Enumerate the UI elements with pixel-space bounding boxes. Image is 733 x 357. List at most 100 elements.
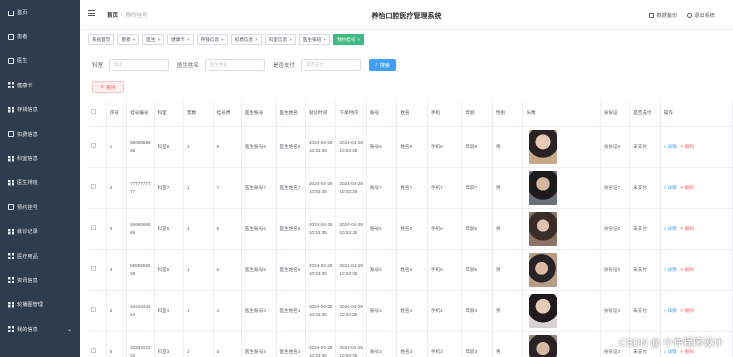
row-checkbox[interactable] [91,347,96,353]
delete-button[interactable]: ✕ 删除 [680,349,694,354]
cell-count: 1 [183,249,214,291]
sidebar-item[interactable]: 我的信息 ⌄ [0,317,80,341]
row-checkbox[interactable] [91,183,96,189]
delete-button[interactable]: ✕ 删除 [680,185,694,190]
cell-no: 7777777777 [126,167,155,209]
delete-label: 删除 [684,307,695,313]
sidebar-item[interactable]: 就诊记录 [0,220,80,244]
column-header: 医生账号 [241,101,277,127]
backup-button[interactable]: 数据备份 [649,12,677,19]
tab-item[interactable]: 医生排班 × [298,34,330,45]
cell-doc-name: 医生姓名4 [276,290,306,332]
sidebar-item[interactable]: 存钱信息 [0,98,80,122]
delete-button[interactable]: ✕ 删除 [680,308,694,313]
paid-select[interactable]: 是否支付 ⌄ [301,59,362,71]
sidebar-item[interactable]: 资讯信息 [0,268,80,292]
cell-paid: 未支付 [629,290,661,332]
column-header: 性别 [492,101,524,127]
tab-item[interactable]: 健康卡 × [167,34,194,45]
search-button[interactable]: ⌕ 搜索 [369,59,396,71]
row-checkbox[interactable] [91,306,96,312]
sidebar-item[interactable]: 医疗用品 [0,244,80,268]
tab-item[interactable]: 患者 × [117,34,140,45]
cell-acct: 账号3 [366,331,398,357]
cell-dept: 科室8 [154,126,185,168]
cell-fee: 7 [213,167,242,209]
delete-button[interactable]: ✕ 删除 [680,144,694,149]
grid-icon [8,253,14,260]
paid-select-placeholder: 是否支付 [306,62,324,67]
sidebar-item[interactable]: 医生 [0,49,80,73]
column-header: 身份证 [600,101,631,127]
batch-delete-button[interactable]: ⊖ 删除 [92,81,124,93]
table-row[interactable]: 4 5555555555 科室5 1 5 医生账号5 医生姓名5 2024-04-28 10:… [88,249,733,291]
table-row[interactable]: 5 4444444444 科室4 1 4 医生账号4 医生姓名4 2024-04-28 10:… [88,290,733,332]
sidebar-item[interactable]: 首页 [0,0,80,24]
view-label: 详情 [667,143,677,149]
cell-name: 姓名4 [396,290,428,332]
cell-age: 年龄3 [461,331,493,357]
tab-item[interactable]: 医生 × [142,34,165,45]
sidebar-item[interactable]: 患者 [0,24,80,48]
sidebar-item[interactable]: 健康卡 [0,73,80,97]
tab-item[interactable]: 科室信息 × [264,34,296,45]
column-header: 科室 [154,101,185,127]
view-button[interactable]: ⌕ 详情 [664,226,677,231]
cell-paid: 未支付 [629,126,661,168]
delete-button[interactable]: ✕ 删除 [680,267,694,272]
cell-count: 1 [183,331,214,357]
avatar [529,293,558,328]
sidebar-item[interactable]: 扣费信息 [0,122,80,146]
home-icon [8,10,14,16]
cell-count: 1 [183,167,214,209]
select-all-checkbox[interactable] [91,109,96,115]
close-icon[interactable]: × [289,37,292,42]
logout-button[interactable]: 退出系统 [687,12,715,19]
cell-dept: 科室3 [154,331,185,357]
close-icon[interactable]: × [187,37,190,42]
view-button[interactable]: ⌕ 详情 [664,308,677,313]
sidebar-item[interactable]: 轮播图管理 [0,293,80,317]
view-button[interactable]: ⌕ 详情 [664,144,677,149]
tab-item[interactable]: 扣费信息 × [230,34,262,45]
table-row[interactable]: 1 8888888888 科室8 1 8 医生账号8 医生姓名8 2024-04-28 10:… [88,126,733,168]
row-checkbox[interactable] [91,142,96,148]
close-icon[interactable]: × [357,37,360,42]
tab-item[interactable]: 预约挂号 × [332,34,365,45]
cell-visit: 2024-04-28 10:53:35 [305,167,337,209]
close-icon[interactable]: × [157,37,160,42]
sidebar-item[interactable]: 科室信息 [0,146,80,170]
doctor-name-input[interactable]: 医生姓名 [205,59,266,71]
delete-button[interactable]: ✕ 删除 [680,226,694,231]
paid-label: 是否支付 [273,63,296,69]
row-select-cell [88,290,107,332]
close-icon[interactable]: × [255,37,258,42]
cell-avatar [522,290,601,332]
table-row[interactable]: 3 6666666666 科室6 1 6 医生账号6 医生姓名6 2024-04-28 10:… [88,208,733,250]
sidebar-item[interactable]: 预约挂号 [0,195,80,219]
chevron-down-icon: ⌄ [66,326,72,333]
close-icon[interactable]: × [323,37,326,42]
sidebar-item-label: 医疗用品 [17,253,38,260]
view-button[interactable]: ⌕ 详情 [664,267,677,272]
view-label: 详情 [667,307,677,313]
row-checkbox[interactable] [91,224,96,230]
cell-order: 2024-04-28 10:53:35 [335,167,367,209]
table-row[interactable]: 2 7777777777 科室7 1 7 医生账号7 医生姓名7 2024-04-28 10:… [88,167,733,209]
sidebar-item-label: 预约挂号 [17,204,38,211]
view-button[interactable]: ⌕ 详情 [664,185,677,190]
dept-input[interactable]: 科室 [109,59,170,71]
close-icon[interactable]: × [221,37,224,42]
sidebar-item[interactable]: 医生排班 [0,171,80,195]
row-checkbox[interactable] [91,265,96,271]
select-all-header[interactable] [88,101,107,127]
column-header: 是否支付 [629,101,661,127]
tab-item[interactable]: 系统首页 [88,34,115,45]
tab-item[interactable]: 存钱信息 × [196,34,228,45]
close-icon[interactable]: × [133,37,136,42]
view-button[interactable]: ⌕ 详情 [664,349,677,354]
cell-order: 2024-04-28 10:53:35 [335,208,367,250]
sidebar-item-label: 首页 [17,9,28,16]
sidebar-item-label: 存钱信息 [17,107,38,114]
cell-id-card: 身份证6 [600,208,631,250]
